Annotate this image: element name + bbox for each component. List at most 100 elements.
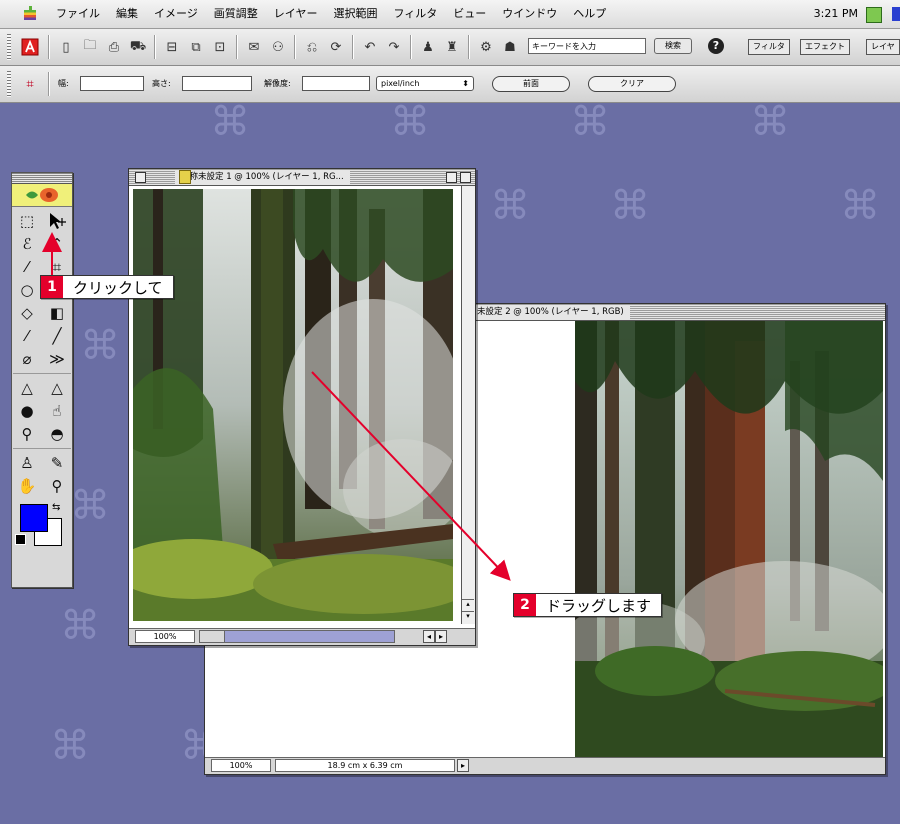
- save-icon[interactable]: ⎙: [104, 37, 124, 57]
- brush-tool-icon[interactable]: ⁄: [13, 256, 41, 278]
- smudge-tool-icon[interactable]: ☝: [43, 400, 71, 422]
- document-window-1: 名称未設定 1 @ 100% (レイヤー 1, RG... ▴ ▾ 100% ◂…: [128, 168, 476, 646]
- resolution-field[interactable]: [302, 76, 370, 91]
- front-image-button[interactable]: 前面: [492, 76, 570, 92]
- horizontal-scrollbar[interactable]: [199, 630, 395, 643]
- menu-select[interactable]: 選択範囲: [325, 0, 385, 28]
- move-tool-icon[interactable]: [43, 210, 71, 232]
- forest-image-2[interactable]: [575, 321, 883, 759]
- desktop-pattern-icon: ⌘: [570, 99, 610, 145]
- width-label: 幅:: [58, 79, 69, 88]
- search-button[interactable]: 検索: [654, 38, 692, 54]
- step-backward-icon[interactable]: ⎌: [302, 37, 322, 57]
- eye-logo-icon[interactable]: [12, 184, 72, 207]
- menu-filter[interactable]: フィルタ: [385, 0, 445, 28]
- dodge-tool-icon[interactable]: ⚲: [13, 423, 41, 445]
- menu-view[interactable]: ビュー: [445, 0, 494, 28]
- page-setup-icon[interactable]: ⊡: [210, 37, 230, 57]
- email-icon[interactable]: ✉: [244, 37, 264, 57]
- tab-layers[interactable]: レイヤ: [866, 39, 900, 55]
- menu-file[interactable]: ファイル: [48, 0, 108, 28]
- collapse-box-icon[interactable]: [460, 172, 471, 183]
- document-window-1-status-bar: 100% ◂ ▸: [129, 628, 475, 645]
- crop-tool-icon[interactable]: ⌗: [20, 74, 40, 94]
- tab-effects[interactable]: エフェクト: [800, 39, 850, 55]
- menubar-clock: 3:21 PM: [813, 7, 858, 20]
- stamp-icon[interactable]: ♜: [442, 37, 462, 57]
- hand-tool-icon[interactable]: ✋: [13, 475, 41, 497]
- menu-window[interactable]: ウインドウ: [494, 0, 565, 28]
- blur-tool-icon[interactable]: △: [13, 377, 41, 399]
- shape-tool-icon[interactable]: ○: [13, 279, 41, 301]
- height-field[interactable]: [182, 76, 252, 91]
- tool-palette-titlebar[interactable]: [12, 173, 72, 184]
- default-colors-icon[interactable]: [15, 534, 26, 545]
- menu-layer[interactable]: レイヤー: [266, 0, 326, 28]
- new-file-icon[interactable]: ▯: [56, 37, 76, 57]
- save-for-web-icon[interactable]: ⛟: [128, 37, 148, 57]
- zoom-tool-icon[interactable]: ⚲: [43, 475, 71, 497]
- document-window-2-title: 未設定 2 @ 100% (レイヤー 1, RGB): [471, 305, 630, 319]
- print-icon[interactable]: ⊟: [162, 37, 182, 57]
- help-book-icon[interactable]: ☗: [500, 37, 520, 57]
- foreground-color-swatch[interactable]: [20, 504, 48, 532]
- swap-colors-icon[interactable]: ⇆: [52, 502, 60, 513]
- gradient-tool-icon[interactable]: ◧: [43, 302, 71, 324]
- toolbar-grip[interactable]: [7, 34, 11, 60]
- undo-icon[interactable]: ↶: [360, 37, 380, 57]
- zoom-field[interactable]: 100%: [135, 630, 195, 643]
- sharpen-tool-icon[interactable]: △: [43, 377, 71, 399]
- lasso-tool-icon[interactable]: ℰ: [13, 233, 41, 255]
- step-forward-icon[interactable]: ⟳: [326, 37, 346, 57]
- menu-help[interactable]: ヘルプ: [565, 0, 614, 28]
- width-field[interactable]: [80, 76, 144, 91]
- desktop-pattern-icon: ⌘: [610, 183, 650, 229]
- desktop-pattern-icon: ⌘: [490, 183, 530, 229]
- print-preview-icon[interactable]: ⧉: [186, 37, 206, 57]
- desktop-pattern-icon: ⌘: [210, 99, 250, 145]
- pencil-tool-icon[interactable]: ⁄: [13, 325, 41, 347]
- open-folder-icon[interactable]: 🗀: [80, 37, 100, 57]
- callout-step-1-text: クリックして: [73, 278, 163, 297]
- menu-image[interactable]: イメージ: [146, 0, 206, 28]
- help-icon[interactable]: ?: [708, 38, 724, 54]
- menu-edit[interactable]: 編集: [108, 0, 146, 28]
- clone-stamp-tool-icon[interactable]: ♙: [13, 452, 41, 474]
- vertical-scrollbar[interactable]: ▴ ▾: [461, 186, 475, 624]
- search-input[interactable]: キーワードを入力: [528, 38, 646, 54]
- document-size-readout[interactable]: 18.9 cm x 6.39 cm: [275, 759, 455, 772]
- red-eye-tool-icon[interactable]: ≫: [43, 348, 71, 370]
- height-label: 高さ:: [152, 79, 171, 88]
- scroll-down-arrow-icon[interactable]: ▾: [462, 611, 474, 624]
- browse-icon[interactable]: ⚇: [268, 37, 288, 57]
- application-switcher-icon[interactable]: [892, 7, 900, 21]
- zoom-box-icon[interactable]: [446, 172, 457, 183]
- apple-menu-icon[interactable]: [18, 2, 42, 26]
- line-tool-icon[interactable]: ╱: [43, 325, 71, 347]
- clipboard-icon[interactable]: ♟: [418, 37, 438, 57]
- scroll-thumb[interactable]: [200, 631, 225, 642]
- menu-adjust[interactable]: 画質調整: [206, 0, 266, 28]
- magic-wand-tool-icon[interactable]: ⌃: [43, 233, 71, 255]
- close-box-icon[interactable]: [135, 172, 146, 183]
- clear-button[interactable]: クリア: [588, 76, 676, 92]
- resolution-unit-select[interactable]: pixel/inch ⬍: [376, 76, 474, 91]
- eraser-tool-icon[interactable]: ⌀: [13, 348, 41, 370]
- options-bar-grip[interactable]: [7, 71, 11, 97]
- forest-image-1[interactable]: [133, 189, 453, 621]
- burn-tool-icon[interactable]: ◓: [43, 423, 71, 445]
- application-menu-icon[interactable]: [866, 7, 882, 23]
- sponge-tool-icon[interactable]: ●: [13, 400, 41, 422]
- adobe-online-icon[interactable]: [20, 37, 40, 57]
- status-menu-arrow-icon[interactable]: ▸: [457, 759, 469, 772]
- marquee-tool-icon[interactable]: ⬚: [13, 210, 41, 232]
- paint-bucket-tool-icon[interactable]: ◇: [13, 302, 41, 324]
- document-window-1-titlebar[interactable]: 名称未設定 1 @ 100% (レイヤー 1, RG...: [129, 169, 475, 186]
- tab-filters[interactable]: フィルタ: [748, 39, 790, 55]
- zoom-field[interactable]: 100%: [211, 759, 271, 772]
- scroll-left-arrow-icon[interactable]: ◂: [423, 630, 435, 643]
- info-icon[interactable]: ⚙: [476, 37, 496, 57]
- redo-icon[interactable]: ↷: [384, 37, 404, 57]
- eyedropper-tool-icon[interactable]: ✎: [43, 452, 71, 474]
- scroll-right-arrow-icon[interactable]: ▸: [435, 630, 447, 643]
